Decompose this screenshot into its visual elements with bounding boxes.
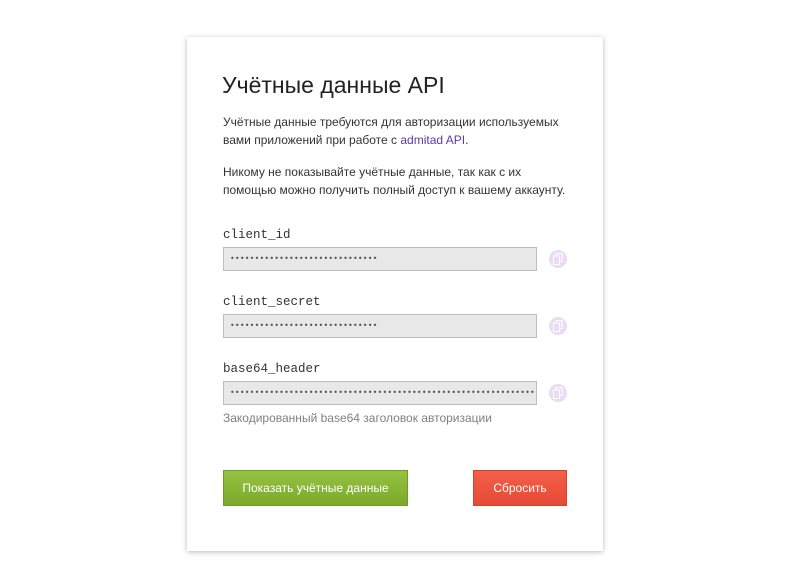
reset-button[interactable]: Сбросить	[473, 470, 567, 506]
base64-header-field[interactable]: ••••••••••••••••••••••••••••••••••••••••…	[223, 381, 537, 405]
client-id-label: client_id	[223, 228, 291, 242]
warning-paragraph: Никому не показывайте учётные данные, та…	[223, 165, 566, 197]
copy-icon	[553, 387, 563, 399]
client-secret-label: client_secret	[223, 295, 321, 309]
intro-text: Учётные данные требуются для авторизации…	[223, 115, 559, 147]
show-credentials-button[interactable]: Показать учётные данные	[223, 470, 408, 506]
intro-end: .	[465, 133, 469, 147]
page-title: Учётные данные API	[222, 72, 445, 98]
copy-base64-header-button[interactable]	[549, 384, 567, 402]
admitad-api-link[interactable]: admitad API	[400, 133, 465, 147]
base64-header-label: base64_header	[223, 362, 321, 376]
api-credentials-card: Учётные данные API Учётные данные требую…	[187, 37, 603, 551]
copy-client-secret-button[interactable]	[549, 317, 567, 335]
client-id-field[interactable]: ••••••••••••••••••••••••••••••	[223, 247, 537, 271]
copy-icon	[553, 320, 563, 332]
intro-paragraph: Учётные данные требуются для авторизации…	[223, 113, 573, 149]
copy-client-id-button[interactable]	[549, 250, 567, 268]
client-secret-field[interactable]: ••••••••••••••••••••••••••••••	[223, 314, 537, 338]
base64-hint: Закодированный base64 заголовок авториза…	[223, 411, 492, 425]
copy-icon	[553, 253, 563, 265]
